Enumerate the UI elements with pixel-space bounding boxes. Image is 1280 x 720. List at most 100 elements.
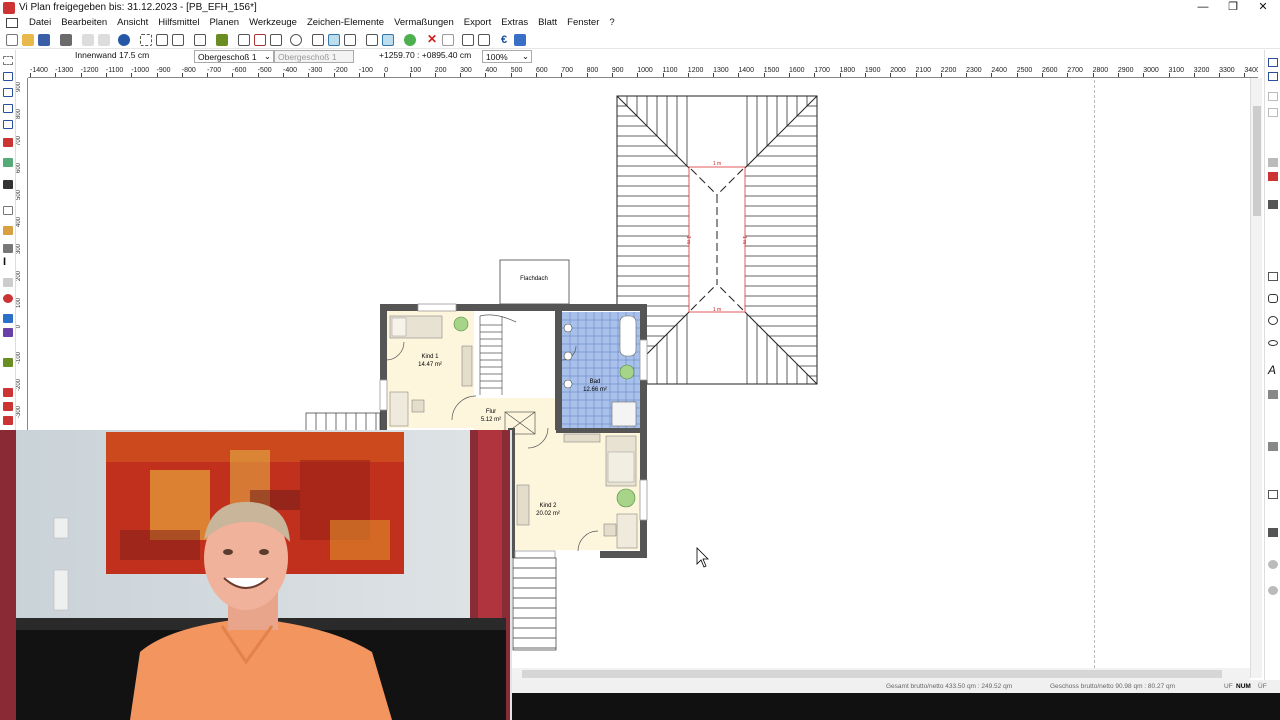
menu-fenster[interactable]: Fenster [562,17,604,28]
ceiling-tool-icon[interactable] [3,180,13,189]
view-3d-icon[interactable] [382,33,394,46]
layer-icon[interactable] [312,33,324,46]
text-tool-icon[interactable]: I [3,257,13,268]
red-tool-3-icon[interactable] [3,416,13,425]
ruler-tick-label: -200 [16,379,22,392]
snap-2-icon[interactable] [344,33,356,46]
beam-tool-icon[interactable] [3,226,13,235]
menu-datei[interactable]: Datei [24,17,56,28]
house-2-icon[interactable] [172,33,184,46]
select-tool-icon[interactable] [3,56,13,65]
red-tool-2-icon[interactable] [3,402,13,411]
ruler-tick-label: -900 [156,67,171,74]
menu-hilfsmittel[interactable]: Hilfsmittel [153,17,204,28]
hand-icon[interactable] [478,33,490,46]
menu-blatt[interactable]: Blatt [533,17,562,28]
column-tool-icon[interactable] [3,206,13,215]
info-icon[interactable] [118,33,130,46]
save-icon[interactable] [38,33,50,46]
ruler-tick-label: 2800 [1092,67,1109,74]
paste-icon[interactable] [98,33,110,46]
zoom-in-icon[interactable] [254,33,266,46]
circle-tool-icon[interactable] [1268,316,1278,325]
right-tool-1-icon[interactable] [1268,58,1278,67]
window-tool-icon[interactable] [3,88,13,97]
close-button[interactable]: ✕ [1246,0,1280,15]
menu-help[interactable]: ? [604,17,619,28]
ruler-tick-mark [662,73,664,77]
red-tool-1-icon[interactable] [3,388,13,397]
ruler-tick-mark [131,73,133,77]
roof-tool-icon[interactable] [3,138,13,147]
right-tool-11-icon[interactable] [1268,528,1278,537]
hatch-tool-icon[interactable] [3,278,13,287]
rectangle-tool-icon[interactable] [1268,272,1278,281]
status-floor-area: Geschoss brutto/netto 90.98 qm : 80.27 q… [1050,683,1176,690]
zoom-window-icon[interactable] [270,33,282,46]
menu-planen[interactable]: Planen [204,17,244,28]
stair-tool-icon[interactable] [3,158,13,167]
open-folder-icon[interactable] [22,33,34,46]
house-icon[interactable] [156,33,168,46]
menu-ansicht[interactable]: Ansicht [112,17,153,28]
app-menu-icon[interactable] [6,17,18,28]
horizontal-scroll-thumb[interactable] [522,670,1222,678]
pan-hand-icon[interactable] [290,33,302,46]
right-tool-13-icon[interactable] [1268,586,1278,595]
copy-icon[interactable] [82,33,94,46]
vertical-scrollbar[interactable] [1250,78,1262,678]
maximize-button[interactable]: ❐ [1216,0,1250,15]
plant-tool-icon[interactable] [3,328,13,337]
grid-icon[interactable] [194,33,206,46]
right-tool-8-icon[interactable] [1268,390,1278,399]
print-icon[interactable] [60,33,72,46]
symbol-tool-icon[interactable] [3,294,13,303]
frame-tool-icon[interactable] [3,120,13,129]
menu-bearbeiten[interactable]: Bearbeiten [56,17,112,28]
right-tool-6-icon[interactable] [1268,172,1278,181]
right-tool-2-icon[interactable] [1268,72,1278,81]
right-tool-7-icon[interactable] [1268,200,1278,209]
zoom-page-icon[interactable] [238,33,250,46]
right-tool-4-icon[interactable] [1268,108,1278,117]
menu-zeichen-elemente[interactable]: Zeichen-Elemente [302,17,389,28]
minimize-button[interactable]: — [1186,0,1220,15]
measure-icon[interactable] [366,33,378,46]
undo-icon[interactable] [442,33,454,46]
right-tool-9-icon[interactable] [1268,442,1278,451]
door-tool-icon[interactable] [3,104,13,113]
pen-tool-icon[interactable] [3,244,13,253]
menu-extras[interactable]: Extras [496,17,533,28]
floor-select[interactable]: Obergeschoß 1 ⌄ [194,50,274,63]
menu-vermassungen[interactable]: Vermaßungen [389,17,459,28]
euro-icon[interactable]: € [498,34,510,46]
right-tool-3-icon[interactable] [1268,92,1278,101]
terrain-tool-icon[interactable] [3,358,13,367]
text-italic-icon[interactable]: A [1268,364,1278,376]
green-circle-icon[interactable] [404,33,416,46]
furniture-tool-icon[interactable] [3,314,13,323]
options-bar: Innenwand 17.5 cm Obergeschoß 1 ⌄ Oberges… [28,49,1258,65]
terrain-icon[interactable] [216,33,228,46]
new-file-icon[interactable] [6,33,18,46]
menu-werkzeuge[interactable]: Werkzeuge [244,17,302,28]
select-frame-icon[interactable] [140,33,152,46]
vertical-scroll-thumb[interactable] [1253,106,1261,216]
polygon-tool-icon[interactable] [1268,294,1278,303]
tool-icon[interactable] [462,33,474,46]
right-tool-12-icon[interactable] [1268,560,1278,569]
menu-export[interactable]: Export [459,17,496,28]
horizontal-scrollbar[interactable] [512,668,1250,680]
floor-select-2[interactable]: Obergeschoß 1 [274,50,354,63]
wall-tool-icon[interactable] [3,72,13,81]
right-tool-5-icon[interactable] [1268,158,1278,167]
ruler-tick-label: -500 [257,67,272,74]
zoom-select[interactable]: 100% ⌄ [482,50,532,63]
ellipse-tool-icon[interactable] [1268,340,1278,346]
ruler-tick-mark [1117,73,1119,77]
delete-icon[interactable]: ✕ [426,33,438,46]
right-tool-10-icon[interactable] [1268,490,1278,499]
export-icon[interactable] [514,33,526,46]
snap-icon[interactable] [328,33,340,46]
ruler-tick-mark [105,73,107,77]
